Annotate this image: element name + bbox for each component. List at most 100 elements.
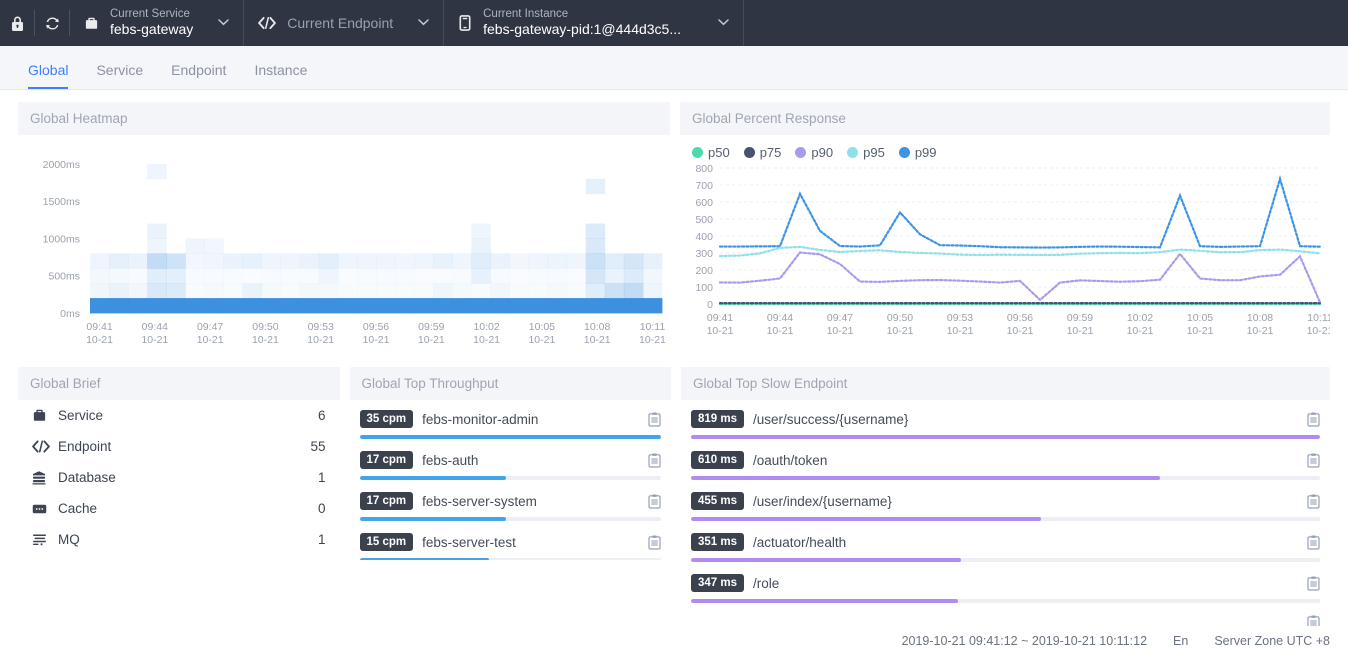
- svg-text:09:50: 09:50: [252, 321, 278, 333]
- slow-badge: 819 ms: [691, 410, 745, 428]
- svg-text:10-21: 10-21: [827, 325, 854, 337]
- slow-row[interactable]: 819 ms/user/success/{username}: [691, 406, 1320, 447]
- copy-icon[interactable]: [1307, 412, 1320, 427]
- slow-row[interactable]: 455 ms/user/index/{username}: [691, 488, 1320, 529]
- endpoint-code-icon: [32, 440, 58, 453]
- legend-dot-p90: [795, 147, 807, 158]
- brief-row-value: 1: [317, 470, 326, 485]
- throughput-row[interactable]: 17 cpm febs-server-system: [359, 488, 661, 529]
- percent-response-chart[interactable]: 010020030040050060070080009:4110-2109:44…: [680, 160, 1330, 346]
- throughput-row[interactable]: 17 cpm febs-auth: [359, 447, 661, 488]
- current-instance-selector[interactable]: Current Instance febs-gateway-pid:1@444d…: [444, 0, 745, 46]
- tab-endpoint[interactable]: Endpoint: [157, 62, 240, 89]
- svg-text:09:53: 09:53: [308, 321, 334, 333]
- brief-row[interactable]: Service 6: [18, 400, 340, 431]
- chevron-down-icon[interactable]: [418, 17, 429, 29]
- heatmap-chart[interactable]: 0ms500ms1000ms1500ms2000ms09:4110-2109:4…: [18, 135, 670, 357]
- refresh-icon[interactable]: [35, 0, 69, 46]
- brief-row[interactable]: Database 1: [18, 462, 340, 493]
- svg-text:10-21: 10-21: [528, 334, 555, 346]
- global-percent-response-body[interactable]: p50 p75 p90 p95 p99 0 100 200 300 400 500 600 700 80…: [680, 135, 1330, 346]
- throughput-name: febs-server-system: [422, 493, 537, 509]
- copy-icon[interactable]: [1307, 453, 1320, 468]
- throughput-name: febs-monitor-admin: [422, 411, 539, 427]
- throughput-bar-track: [359, 517, 661, 521]
- legend-item-p99[interactable]: p99: [898, 145, 937, 160]
- svg-text:10-21: 10-21: [584, 334, 611, 346]
- slow-row[interactable]: 347 ms/role: [691, 570, 1320, 611]
- slow-badge: 455 ms: [691, 492, 745, 510]
- svg-text:10-21: 10-21: [473, 334, 500, 346]
- slow-bar-track: [691, 435, 1320, 439]
- copy-icon[interactable]: [648, 412, 661, 427]
- global-heatmap-body[interactable]: 0ms 500ms 1000ms 1500ms 2000ms 09:41 10-21 09:4…: [18, 135, 670, 357]
- legend-item-p75[interactable]: p75: [743, 145, 781, 160]
- svg-text:10-21: 10-21: [363, 334, 390, 346]
- copy-icon[interactable]: [648, 535, 661, 550]
- chevron-down-icon[interactable]: [718, 17, 729, 29]
- global-top-throughput-body[interactable]: 35 cpm febs-monitor-admin 17 cpm febs-auth 1…: [350, 400, 672, 560]
- global-heatmap-title: Global Heatmap: [18, 102, 670, 135]
- slow-name: /user/index/{username}: [753, 493, 892, 509]
- throughput-row[interactable]: 35 cpm febs-monitor-admin: [359, 406, 661, 447]
- svg-text:10-21: 10-21: [86, 334, 113, 346]
- throughput-badge: 17 cpm: [359, 451, 414, 469]
- chevron-down-icon[interactable]: [218, 17, 230, 29]
- svg-text:10-21: 10-21: [707, 325, 734, 337]
- throughput-name: febs-auth: [422, 452, 479, 468]
- copy-icon[interactable]: [1307, 494, 1320, 509]
- svg-text:1500ms: 1500ms: [43, 196, 80, 208]
- copy-icon[interactable]: [1307, 576, 1320, 591]
- legend-item-p90[interactable]: p90: [795, 145, 833, 160]
- legend-label: p99: [914, 145, 937, 160]
- legend-label: p95: [863, 145, 885, 160]
- brief-row[interactable]: MQ 1: [18, 524, 340, 555]
- throughput-row[interactable]: 15 cpm febs-server-test: [359, 529, 661, 560]
- copy-icon[interactable]: [648, 494, 661, 509]
- status-bar: 2019-10-21 09:41:12 ~ 2019-10-21 10:11:1…: [0, 626, 1348, 656]
- brief-row[interactable]: Endpoint 55: [18, 431, 340, 462]
- svg-text:10-21: 10-21: [639, 334, 666, 346]
- throughput-bar-track: [359, 476, 661, 480]
- legend-item-p95[interactable]: p95: [847, 145, 885, 160]
- brief-row-value: 1: [317, 532, 326, 547]
- svg-text:09:41: 09:41: [86, 321, 112, 333]
- svg-text:0: 0: [707, 299, 713, 311]
- svg-text:100: 100: [695, 282, 713, 294]
- tab-service[interactable]: Service: [82, 62, 157, 89]
- endpoint-code-icon: [258, 16, 277, 30]
- copy-icon[interactable]: [648, 453, 661, 468]
- brief-row-label: Service: [58, 408, 104, 423]
- language-selector[interactable]: En: [1173, 634, 1188, 648]
- legend-dot-p95: [847, 147, 859, 158]
- brief-row[interactable]: Cache 0: [18, 493, 340, 524]
- current-endpoint-selector[interactable]: Current Endpoint: [244, 0, 445, 46]
- throughput-bar-fill: [359, 435, 661, 439]
- global-top-slow-endpoint-body[interactable]: 819 ms/user/success/{username} 610 ms/oau…: [681, 400, 1330, 638]
- current-service-selector[interactable]: Current Service febs-gateway: [70, 0, 245, 46]
- global-brief-title: Global Brief: [18, 367, 340, 400]
- svg-text:2000ms: 2000ms: [43, 159, 80, 171]
- copy-icon[interactable]: [1307, 535, 1320, 550]
- global-top-slow-endpoint-panel: Global Top Slow Endpoint 819 ms/user/suc…: [681, 367, 1330, 638]
- global-percent-response-panel: Global Percent Response p50 p75 p90 p95 p99 …: [680, 102, 1330, 357]
- global-percent-response-title: Global Percent Response: [680, 102, 1330, 135]
- brief-row-label: Cache: [58, 501, 98, 516]
- legend-item-p50[interactable]: p50: [692, 145, 730, 160]
- slow-row[interactable]: 351 ms/actuator/health: [691, 529, 1320, 570]
- slow-endpoint-list: 819 ms/user/success/{username} 610 ms/oau…: [681, 400, 1330, 638]
- slow-bar-fill: [691, 435, 1320, 439]
- legend-dot-p50: [692, 147, 703, 158]
- svg-text:10-21: 10-21: [197, 334, 224, 346]
- svg-text:10:11: 10:11: [1307, 312, 1330, 324]
- tab-global[interactable]: Global: [14, 62, 82, 89]
- slow-row-header: 455 ms/user/index/{username}: [691, 492, 1320, 510]
- lock-icon[interactable]: [0, 0, 34, 46]
- svg-text:09:50: 09:50: [887, 312, 913, 324]
- slow-row[interactable]: 610 ms/oauth/token: [691, 447, 1320, 488]
- database-icon: [32, 470, 58, 485]
- brief-row-value: 6: [317, 408, 326, 423]
- svg-text:10-21: 10-21: [307, 334, 334, 346]
- tab-instance[interactable]: Instance: [240, 62, 321, 89]
- throughput-badge: 15 cpm: [359, 533, 414, 551]
